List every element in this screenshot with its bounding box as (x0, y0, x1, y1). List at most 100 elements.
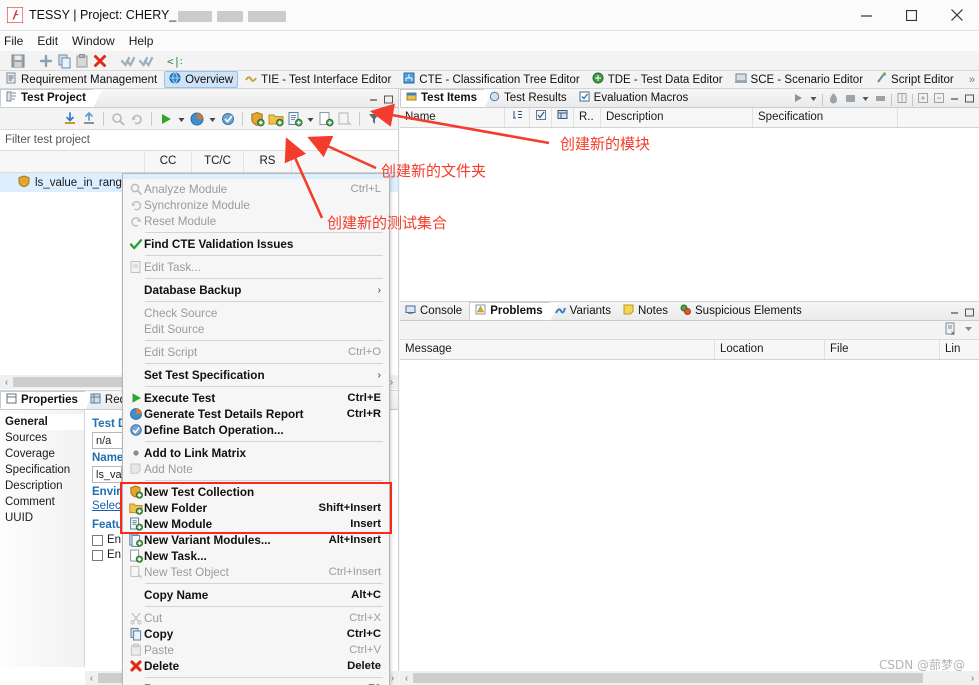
column-file[interactable]: File (825, 340, 940, 359)
scroll-left-arrow-icon[interactable]: ‹ (85, 673, 98, 684)
menu-item-new-module[interactable]: New Module Insert (123, 516, 389, 532)
perspective-overflow-icon[interactable]: » (969, 74, 975, 86)
filter-dropdown-icon[interactable] (385, 111, 394, 127)
menu-file[interactable]: File (0, 31, 30, 51)
column-message[interactable]: Message (400, 340, 715, 359)
tab-evaluation-macros[interactable]: Evaluation Macros (574, 89, 696, 107)
menu-item-add-to-link-matrix[interactable]: Add to Link Matrix (123, 445, 389, 461)
tab-properties[interactable]: Properties (0, 391, 94, 410)
feature-checkbox-2[interactable] (92, 549, 103, 561)
menu-item-copy[interactable]: Copy Ctrl+C (123, 626, 389, 642)
link-icon[interactable] (896, 92, 908, 107)
minimize-view-icon[interactable] (949, 94, 960, 106)
column-location[interactable]: Location (715, 340, 825, 359)
save-icon[interactable] (10, 53, 26, 69)
maximize-view-icon[interactable] (964, 308, 975, 320)
menu-item-delete[interactable]: Delete Delete (123, 658, 389, 674)
menu-item-rename[interactable]: RenameF2 (123, 681, 389, 685)
properties-nav-general[interactable]: General (0, 414, 84, 430)
perspective-sce[interactable]: SCE - Scenario Editor (730, 71, 869, 88)
filter-icon[interactable] (366, 111, 382, 127)
perspective-script-editor[interactable]: Script Editor (870, 71, 959, 88)
filter-test-project-input[interactable]: Filter test project (0, 130, 398, 151)
menu-edit[interactable]: Edit (30, 31, 65, 51)
new-module-dropdown-icon[interactable] (306, 111, 315, 127)
menu-window[interactable]: Window (65, 31, 122, 51)
maximize-view-icon[interactable] (383, 95, 394, 107)
menu-item-find-cte-validation-issues[interactable]: Find CTE Validation Issues (123, 236, 389, 252)
perspective-tde[interactable]: TDE - Test Data Editor (587, 71, 728, 88)
report-dropdown-icon[interactable] (208, 111, 217, 127)
menu-item-new-variant-modules[interactable]: New Variant Modules... Alt+Insert (123, 532, 389, 548)
report-icon[interactable] (189, 111, 205, 127)
tab-suspicious-elements[interactable]: Suspicious Elements (675, 302, 809, 320)
menu-item-copy-name[interactable]: Copy Name Alt+C (123, 587, 389, 603)
maximize-button[interactable] (889, 0, 934, 31)
column-rs[interactable]: RS (244, 151, 292, 172)
properties-nav-uuid[interactable]: UUID (0, 510, 84, 526)
execute-dropdown-icon[interactable] (177, 111, 186, 127)
menu-item-define-batch-operation[interactable]: Define Batch Operation... (123, 422, 389, 438)
coverage-icon[interactable] (827, 92, 840, 107)
menu-item-generate-test-details-report[interactable]: Generate Test Details Report Ctrl+R (123, 406, 389, 422)
field-test-design-value[interactable]: n/a (92, 432, 126, 449)
import-icon[interactable] (62, 111, 78, 127)
maximize-view-icon[interactable] (964, 94, 975, 106)
problems-hscrollbar[interactable]: ‹ › (400, 671, 979, 685)
column-name[interactable] (0, 151, 145, 172)
column-specification[interactable]: Specification (753, 108, 898, 127)
properties-nav-description[interactable]: Description (0, 478, 84, 494)
perspective-overview[interactable]: Overview (164, 71, 239, 88)
tab-console[interactable]: Console (400, 302, 469, 320)
new-test-collection-icon[interactable] (249, 111, 265, 127)
field-name-value[interactable]: ls_va (92, 466, 122, 483)
export-problems-icon[interactable]: x (944, 322, 958, 339)
new-folder-icon[interactable] (268, 111, 284, 127)
copy-icon[interactable] (56, 53, 72, 69)
tab-test-results[interactable]: Test Results (484, 89, 574, 107)
minimize-view-icon[interactable] (368, 95, 379, 107)
close-button[interactable] (934, 0, 979, 31)
run-icon[interactable] (792, 92, 805, 107)
tab-test-project[interactable]: Test Project (0, 89, 102, 108)
properties-nav-coverage[interactable]: Coverage (0, 446, 84, 462)
paste-icon[interactable] (74, 53, 90, 69)
menu-item-new-folder[interactable]: New Folder Shift+Insert (123, 500, 389, 516)
column-sort[interactable] (505, 108, 530, 127)
menu-item-execute-test[interactable]: Execute Test Ctrl+E (123, 390, 389, 406)
column-description[interactable]: Description (601, 108, 753, 127)
menu-item-set-test-specification[interactable]: Set Test Specification › (123, 367, 389, 383)
execute-icon[interactable] (158, 111, 174, 127)
new-task-icon[interactable] (318, 111, 334, 127)
tab-problems[interactable]: Problems (469, 302, 560, 321)
expand-all-icon[interactable] (917, 92, 929, 107)
settings-dropdown-icon[interactable] (861, 92, 870, 107)
code-icon[interactable]: <|> (166, 53, 187, 69)
collapse-all-icon[interactable] (933, 92, 945, 107)
column-extra[interactable] (898, 108, 979, 127)
view-icon[interactable] (874, 92, 887, 107)
column-tree[interactable] (552, 108, 574, 127)
column-name[interactable]: Name (400, 108, 505, 127)
tab-notes[interactable]: Notes (618, 302, 675, 320)
properties-nav-comment[interactable]: Comment (0, 494, 84, 510)
scroll-left-arrow-icon[interactable]: ‹ (400, 673, 413, 684)
perspective-cte[interactable]: CTE - Classification Tree Editor (398, 71, 584, 88)
minimize-button[interactable] (844, 0, 889, 31)
column-line[interactable]: Lin (940, 340, 979, 359)
perspective-requirement-management[interactable]: Requirement Management (0, 71, 162, 88)
run-dropdown-icon[interactable] (809, 92, 818, 107)
column-r[interactable]: R.. (574, 108, 601, 127)
check-out-icon[interactable] (138, 53, 154, 69)
column-tcc[interactable]: TC/C (192, 151, 244, 172)
menu-item-new-task[interactable]: New Task... (123, 548, 389, 564)
console-filter-dropdown-icon[interactable] (963, 323, 974, 337)
properties-nav-specification[interactable]: Specification (0, 462, 84, 478)
feature-checkbox-1[interactable] (92, 534, 103, 546)
menu-item-new-test-collection[interactable]: New Test Collection (123, 484, 389, 500)
scroll-right-arrow-icon[interactable]: › (966, 673, 979, 684)
column-cc[interactable]: CC (145, 151, 192, 172)
tab-test-items[interactable]: Test Items (400, 89, 494, 108)
check-in-icon[interactable] (120, 53, 136, 69)
perspective-tie[interactable]: TIE - Test Interface Editor (240, 71, 396, 88)
